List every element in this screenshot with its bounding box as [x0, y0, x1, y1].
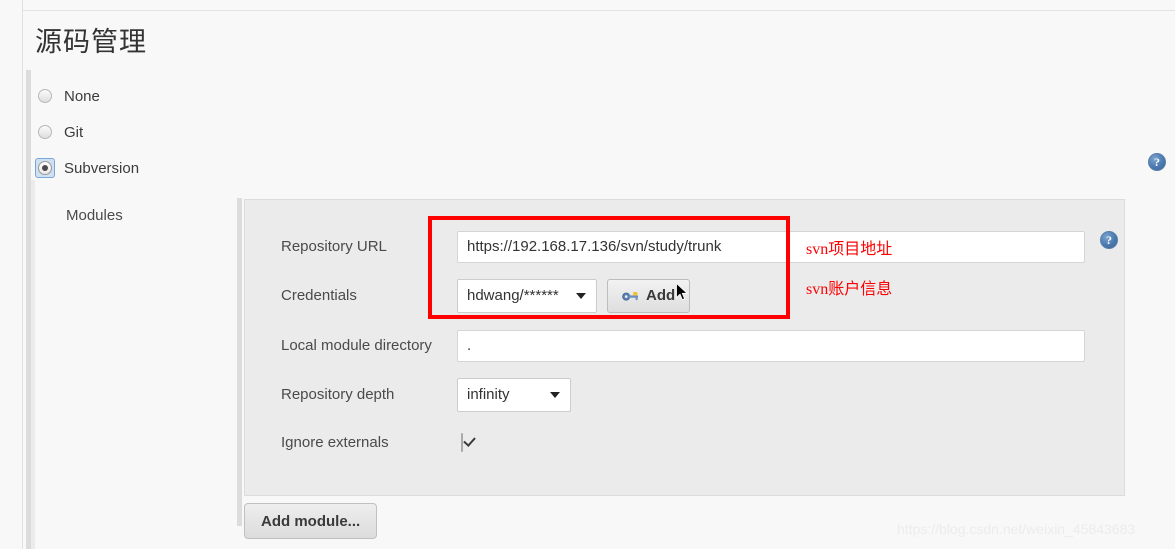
ignore-externals-label: Ignore externals [281, 434, 389, 451]
watermark: https://blog.csdn.net/weixin_45843683 [897, 521, 1136, 537]
radio-none-icon[interactable] [38, 89, 52, 103]
local-module-directory-label: Local module directory [281, 337, 432, 354]
repository-url-input[interactable]: https://192.168.17.136/svn/study/trunk [457, 230, 1085, 263]
repository-depth-select[interactable]: infinity [457, 377, 571, 412]
credentials-label: Credentials [281, 287, 357, 304]
modules-section-label: Modules [66, 207, 123, 224]
field-row-local-module-directory: Local module directory . ? [245, 321, 1126, 370]
radio-git-icon[interactable] [38, 125, 52, 139]
radio-subversion-icon[interactable] [38, 161, 52, 175]
scm-type-radio-group: None Git Subversion [35, 78, 438, 186]
repository-depth-label: Repository depth [281, 386, 395, 403]
page-title: 源码管理 [35, 27, 147, 57]
scm-option-none[interactable]: None [38, 78, 438, 114]
modules-left-accent [237, 198, 242, 526]
credentials-select[interactable]: hdwang/****** [457, 278, 597, 313]
repository-url-label: Repository URL [281, 238, 387, 255]
help-icon[interactable]: ? [1148, 153, 1166, 171]
scm-option-git[interactable]: Git [38, 114, 438, 150]
repository-depth-selected-value: infinity [467, 386, 510, 403]
scm-option-subversion-label: Subversion [64, 159, 140, 177]
modules-panel: Repository URL https://192.168.17.136/sv… [244, 199, 1125, 496]
scm-option-git-label: Git [64, 123, 84, 141]
add-credentials-label: Add [646, 287, 676, 304]
chevron-down-icon [550, 391, 560, 398]
key-icon [622, 292, 638, 301]
top-divider [23, 10, 1175, 11]
radio-subversion-focus-ring [35, 158, 55, 178]
field-row-repository-url: Repository URL https://192.168.17.136/sv… [245, 222, 1126, 271]
annotation-credentials: svn账户信息 [806, 281, 893, 298]
credentials-selected-value: hdwang/****** [467, 287, 559, 304]
field-row-repository-depth: Repository depth infinity ? [245, 370, 1126, 419]
local-module-directory-input[interactable]: . [457, 329, 1085, 362]
left-accent-bar-secondary [31, 180, 35, 549]
ignore-externals-checkbox[interactable] [461, 432, 463, 452]
scm-option-none-label: None [64, 87, 100, 105]
field-row-ignore-externals: Ignore externals ? [245, 418, 1126, 467]
add-module-button[interactable]: Add module... [244, 503, 378, 539]
mouse-cursor [676, 283, 688, 301]
help-icon[interactable]: ? [1100, 231, 1118, 249]
scm-option-subversion[interactable]: Subversion [35, 150, 438, 186]
chevron-down-icon [576, 292, 586, 299]
annotation-repository-url: svn项目地址 [806, 241, 893, 258]
